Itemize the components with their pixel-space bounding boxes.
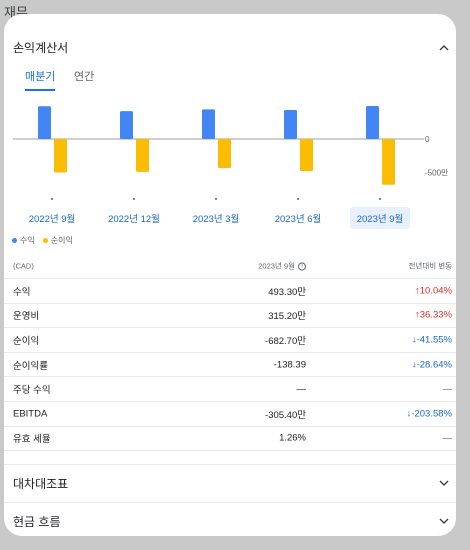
bar-net-income [136, 139, 149, 172]
x-tick-label[interactable]: 2023년 9월 [357, 213, 404, 225]
row-change: — [442, 432, 453, 444]
x-tick-label[interactable]: 2022년 9월 [29, 213, 76, 225]
table-currency-label: (CAD) [13, 261, 34, 271]
table-row: 순이익 -682.70만 ↓-41.55% [4, 328, 456, 353]
tab-quarterly[interactable]: 매분기 [25, 68, 56, 91]
row-label: 운영비 [13, 311, 40, 323]
row-value: -682.70만 [265, 335, 306, 347]
x-tick-mark [133, 198, 135, 200]
row-label: EBITDA [13, 408, 48, 420]
row-label: 순이익 [13, 335, 40, 347]
x-tick-mark [51, 198, 53, 200]
legend-label-net-income: 순이익 [50, 236, 73, 245]
x-tick-mark [297, 198, 299, 200]
bar-revenue [202, 109, 215, 139]
bar-net-income [218, 139, 231, 169]
row-value: 1.26% [279, 432, 306, 444]
row-value: 315.20만 [268, 311, 306, 323]
x-tick-label[interactable]: 2023년 3월 [193, 213, 240, 225]
chevron-down-icon[interactable] [438, 515, 450, 527]
table-row: 순이익률 -138.39 ↓-28.64% [4, 353, 456, 378]
balance-sheet-title: 대차대조표 [13, 476, 69, 491]
table-row: 유효 세율 1.26% — [4, 427, 456, 452]
row-label: 주당 수익 [13, 385, 51, 397]
table-row: EBITDA -305.40만 ↓-203.58% [4, 402, 456, 427]
legend-dot-net-income [42, 238, 48, 243]
row-change: ↑36.33% [415, 309, 452, 321]
chart-legend: 수익 순이익 [12, 235, 73, 246]
y-tick-label: 0 [425, 135, 430, 144]
financials-card: 손익계산서 매분기 연간 0 -500만 2022년 9월 2022년 12월 2023… [4, 14, 456, 536]
chevron-up-icon[interactable] [438, 41, 450, 53]
y-tick-label: -500만 [425, 169, 449, 178]
row-value: 493.30만 [268, 286, 306, 298]
period-tabs: 매분기 연간 [4, 68, 456, 92]
legend-dot-revenue [12, 238, 17, 243]
table-period-label: 2023년 9월 [258, 261, 295, 271]
row-value: — [296, 383, 307, 395]
x-tick-mark [215, 198, 217, 200]
legend-item-net-income: 순이익 [42, 235, 73, 246]
table-row: 운영비 315.20만 ↑36.33% [4, 304, 456, 329]
income-statement-header[interactable]: 손익계산서 [4, 29, 456, 65]
table-row: 주당 수익 — — [4, 377, 456, 402]
row-change: ↑10.04% [415, 285, 452, 297]
chevron-down-icon[interactable] [438, 477, 450, 489]
row-label: 유효 세율 [13, 434, 51, 446]
row-value: -138.39 [273, 359, 306, 371]
info-icon[interactable]: i [298, 262, 306, 271]
legend-label-revenue: 수익 [20, 236, 35, 245]
bar-revenue [120, 111, 133, 139]
tab-annual[interactable]: 연간 [74, 68, 94, 89]
bar-revenue [38, 106, 51, 139]
table-header-row: (CAD) 2023년 9월 i 전년대비 변동 [4, 254, 456, 279]
row-change: ↓-41.55% [411, 334, 452, 346]
cash-flow-title: 현금 흐름 [13, 514, 61, 529]
balance-sheet-header[interactable]: 대차대조표 [4, 465, 456, 501]
legend-item-revenue: 수익 [12, 235, 35, 246]
cash-flow-header[interactable]: 현금 흐름 [4, 503, 456, 536]
table-row: 수익 493.30만 ↑10.04% [4, 279, 456, 304]
x-tick-label[interactable]: 2022년 12월 [108, 213, 160, 225]
table-change-header: 전년대비 변동 [408, 261, 452, 271]
bar-net-income [382, 139, 395, 185]
income-statement-title: 손익계산서 [13, 40, 69, 55]
row-value: -305.40만 [265, 409, 306, 421]
x-tick-label[interactable]: 2023년 6월 [275, 213, 322, 225]
row-label: 순이익률 [13, 360, 48, 372]
bar-net-income [300, 139, 313, 172]
income-table: (CAD) 2023년 9월 i 전년대비 변동 수익 493.30만 ↑10.04%… [4, 254, 456, 452]
row-label: 수익 [13, 286, 31, 298]
bar-revenue [284, 110, 297, 139]
bar-net-income [54, 139, 67, 173]
row-change: ↓-203.58% [406, 408, 452, 420]
x-tick-mark [379, 198, 381, 200]
income-chart: 0 -500만 2022년 9월 2022년 12월 2023년 3월 2023년 6월 2… [13, 105, 449, 229]
row-change: — [442, 383, 453, 395]
row-change: ↓-28.64% [411, 359, 452, 371]
table-period-header: 2023년 9월 i [258, 261, 306, 272]
bar-revenue [366, 105, 379, 139]
